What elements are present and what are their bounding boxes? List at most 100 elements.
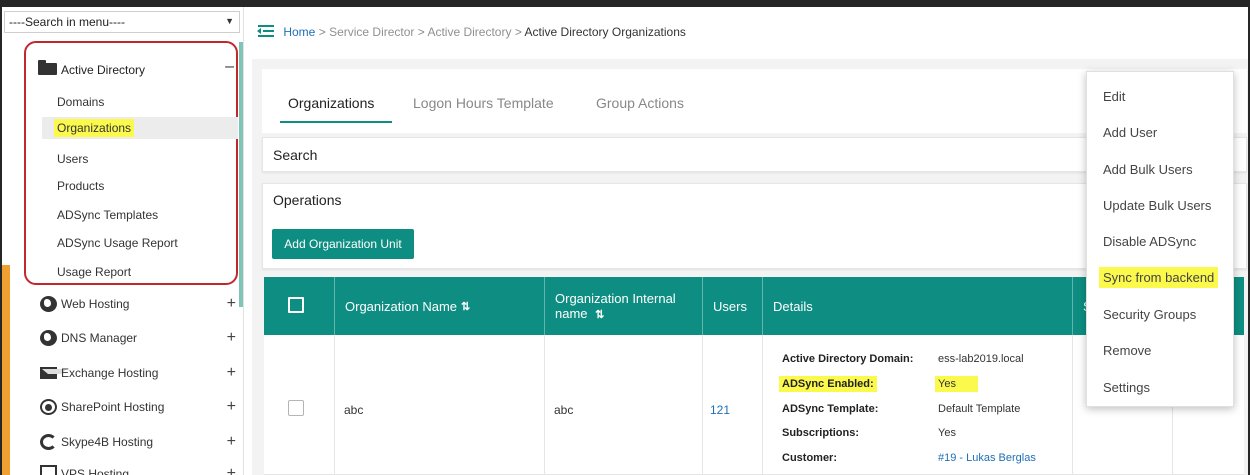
sidebar-group-vps-hosting[interactable]: VPS Hosting + (40, 463, 236, 475)
sidebar-item-label: ADSync Usage Report (57, 236, 178, 250)
menu-search-select[interactable]: ----Search in menu---- ▼ (4, 11, 240, 33)
sidebar-item-organizations[interactable]: Organizations (42, 117, 238, 139)
sidebar-group-label: Web Hosting (61, 297, 130, 311)
sidebar-group-label: DNS Manager (61, 331, 138, 345)
sharepoint-icon (40, 399, 57, 415)
sidebar-item-domains[interactable]: Domains (57, 91, 237, 113)
detail-label: Customer: (782, 452, 838, 464)
folder-icon (38, 60, 57, 75)
column-label: Organization Name (345, 298, 457, 314)
expand-icon[interactable]: + (227, 293, 236, 315)
column-divider (334, 335, 335, 475)
sidebar-group-skype4b-hosting[interactable]: Skype4B Hosting + (40, 431, 236, 453)
detail-value-text: Yes (935, 376, 978, 392)
select-all-checkbox[interactable] (288, 297, 304, 313)
column-label: Organization Internal name ⇅ (555, 291, 676, 321)
skype-icon (40, 434, 57, 450)
chevron-down-icon: ▼ (225, 16, 234, 26)
tab-logon-hours-template[interactable]: Logon Hours Template (413, 95, 554, 111)
menu-item-add-bulk-users[interactable]: Add Bulk Users (1103, 162, 1193, 177)
expand-icon[interactable]: + (227, 396, 236, 418)
breadcrumb-active-directory[interactable]: Active Directory (427, 25, 511, 39)
column-organization-internal-name[interactable]: Organization Internal name ⇅ (544, 277, 702, 335)
column-label-line: name (555, 306, 588, 321)
menu-search-placeholder: ----Search in menu---- (9, 15, 126, 29)
column-divider (702, 335, 703, 475)
sidebar-group-label: Exchange Hosting (61, 366, 159, 380)
column-details: Details (762, 277, 1072, 335)
sidebar-item-adsync-templates[interactable]: ADSync Templates (57, 204, 237, 226)
detail-label: Active Directory Domain: (782, 353, 914, 365)
menu-item-remove[interactable]: Remove (1103, 343, 1151, 358)
sidebar-item-label: Domains (57, 95, 105, 109)
sidebar-group-web-hosting[interactable]: Web Hosting + (40, 293, 236, 315)
sidebar-item-label: Products (57, 179, 105, 193)
tab-organizations[interactable]: Organizations (288, 95, 374, 111)
sidebar-group-label: Active Directory (61, 63, 146, 77)
menu-toggle-icon[interactable] (257, 25, 274, 37)
column-label: Users (713, 298, 747, 314)
menu-item-edit[interactable]: Edit (1103, 89, 1125, 104)
menu-item-update-bulk-users[interactable]: Update Bulk Users (1103, 198, 1211, 213)
breadcrumb-separator: > (514, 25, 522, 39)
row-actions-dropdown: Edit Add User Add Bulk Users Update Bulk… (1086, 71, 1234, 407)
breadcrumb: Home > Service Director > Active Directo… (257, 25, 686, 39)
breadcrumb-separator: > (318, 25, 326, 39)
expand-icon[interactable]: + (227, 327, 236, 349)
column-divider (762, 335, 763, 475)
menu-item-security-groups[interactable]: Security Groups (1103, 307, 1196, 322)
menu-item-add-user[interactable]: Add User (1103, 125, 1157, 140)
sidebar-group-dns-manager[interactable]: DNS Manager + (40, 327, 236, 349)
sidebar-item-products[interactable]: Products (57, 175, 237, 197)
sidebar-item-adsync-usage-report[interactable]: ADSync Usage Report (57, 232, 237, 254)
sidebar-group-active-directory[interactable]: Active Directory – (38, 58, 234, 79)
collapse-icon[interactable]: – (225, 58, 234, 76)
globe-icon (40, 330, 57, 346)
sidebar: ----Search in menu---- ▼ Active Director… (2, 7, 244, 475)
sidebar-group-label: VPS Hosting (61, 467, 130, 475)
sidebar-group-sharepoint-hosting[interactable]: SharePoint Hosting + (40, 396, 236, 418)
column-label-line: Organization Internal (555, 291, 676, 306)
sidebar-item-users[interactable]: Users (57, 148, 237, 170)
sidebar-accent-bar (2, 265, 10, 475)
detail-value: Default Template (938, 403, 1021, 415)
globe-icon (40, 296, 57, 312)
sidebar-group-label: SharePoint Hosting (61, 400, 165, 414)
monitor-icon (40, 465, 57, 475)
row-checkbox[interactable] (288, 400, 304, 416)
menu-item-settings[interactable]: Settings (1103, 380, 1150, 395)
add-organization-unit-button[interactable]: Add Organization Unit (272, 229, 414, 259)
expand-icon[interactable]: + (227, 431, 236, 453)
app-window: ----Search in menu---- ▼ Active Director… (0, 0, 1250, 475)
sidebar-item-label: Users (57, 152, 89, 166)
sidebar-item-label: Usage Report (57, 265, 132, 279)
sidebar-group-exchange-hosting[interactable]: Exchange Hosting + (40, 362, 236, 384)
expand-icon[interactable]: + (227, 362, 236, 384)
column-users: Users (702, 277, 762, 335)
search-panel-title[interactable]: Search (273, 147, 317, 163)
sidebar-item-label: Organizations (54, 119, 135, 137)
sidebar-item-usage-report[interactable]: Usage Report (57, 261, 237, 283)
internal-name-cell: abc (554, 403, 574, 417)
sidebar-scrollbar[interactable] (239, 42, 243, 307)
breadcrumb-service-director[interactable]: Service Director (329, 25, 414, 39)
menu-item-sync-from-backend[interactable]: Sync from backend (1099, 267, 1219, 288)
active-tab-indicator (280, 121, 392, 123)
users-count-link[interactable]: 121 (710, 403, 730, 417)
sidebar-item-label: ADSync Templates (57, 208, 159, 222)
tab-group-actions[interactable]: Group Actions (596, 95, 684, 111)
sort-icon[interactable]: ⇅ (595, 309, 604, 321)
breadcrumb-home[interactable]: Home (283, 25, 315, 39)
expand-icon[interactable]: + (227, 463, 236, 475)
column-organization-name[interactable]: Organization Name ⇅ (334, 277, 544, 335)
breadcrumb-current: Active Directory Organizations (524, 25, 686, 39)
select-all-cell (264, 277, 334, 335)
sort-icon[interactable]: ⇅ (461, 300, 470, 313)
detail-value: Yes (938, 427, 956, 439)
organization-name-cell: abc (344, 403, 364, 417)
operations-panel-title: Operations (273, 192, 342, 208)
detail-value: Yes (935, 376, 978, 392)
menu-item-disable-adsync[interactable]: Disable ADSync (1103, 234, 1196, 249)
customer-link[interactable]: #19 - Lukas Berglas (938, 452, 1036, 464)
detail-label: ADSync Template: (782, 403, 879, 415)
